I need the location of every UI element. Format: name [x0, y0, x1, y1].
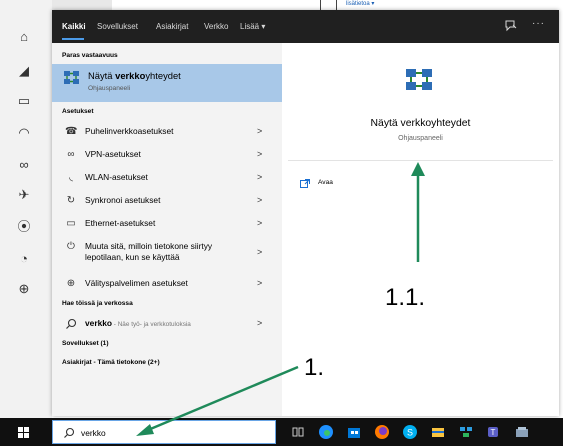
preview-title: Näytä verkkoyhteydet [370, 118, 471, 129]
store-icon[interactable] [346, 424, 362, 440]
chevron-right-icon: > [257, 218, 263, 228]
best-match-header: Paras vastaavuus [62, 52, 118, 59]
search-icon [64, 427, 75, 438]
web-hint: - Näe työ- ja verkkotuloksia [112, 321, 191, 328]
edge-icon[interactable] [318, 424, 334, 440]
chevron-right-icon: > [257, 172, 263, 182]
task-view-icon[interactable] [290, 424, 306, 440]
file-explorer-icon[interactable] [430, 424, 446, 440]
ethernet-nav-icon[interactable]: ▭ [15, 92, 33, 110]
status-icon[interactable]: ◢ [15, 62, 33, 80]
search-tabs-bar: Kaikki Sovellukset Asiakirjat Verkko Lis… [52, 10, 559, 43]
svg-text:T: T [491, 428, 496, 437]
annotation-label-1-1: 1.1. [385, 284, 426, 311]
web-query: verkko [85, 318, 113, 328]
background-window-edge [52, 0, 112, 10]
list-item[interactable]: ∞ VPN-asetukset > [52, 144, 282, 166]
chevron-right-icon: > [257, 149, 263, 159]
preview-subtitle: Ohjauspaneeli [398, 135, 443, 142]
tab-more[interactable]: Lisää ▾ [240, 22, 265, 32]
tab-apps[interactable]: Sovellukset [97, 22, 138, 32]
apps-header[interactable]: Sovellukset (1) [62, 340, 109, 347]
proxy-nav-icon[interactable]: ⊕ [15, 280, 33, 298]
chevron-right-icon: > [257, 195, 263, 205]
best-match-subtitle: Ohjauspaneeli [88, 85, 131, 92]
chevron-right-icon: > [257, 318, 263, 328]
list-item[interactable]: ▭ Ethernet-asetukset > [52, 213, 282, 235]
chevron-right-icon: > [257, 278, 263, 288]
wifi-nav-icon[interactable]: ◠ [15, 124, 33, 142]
web-search-header: Hae töissä ja verkossa [62, 300, 133, 307]
tab-all[interactable]: Kaikki [62, 22, 86, 32]
settings-header: Asetukset [62, 108, 94, 115]
chevron-right-icon: > [257, 247, 263, 257]
best-match-result[interactable]: Näytä verkkoyhteydet Ohjauspaneeli [52, 64, 282, 102]
chevron-right-icon: > [257, 126, 263, 136]
best-match-title: Näytä verkkoyhteydet [88, 70, 181, 81]
taskbar: verkko S T [0, 418, 563, 446]
settings-app-icon[interactable] [514, 424, 530, 440]
list-item[interactable]: ↻ Synkronoi asetukset > [52, 190, 282, 212]
power-icon: ⏻ [67, 241, 75, 252]
settings-sidebar: ⌂ ◢ ▭ ◠ ∞ ✈ ⦿ ◔ ⊕ [0, 0, 52, 418]
documents-header[interactable]: Asiakirjat - Tämä tietokone (2+) [62, 359, 160, 366]
svg-text:S: S [407, 428, 413, 438]
tab-web[interactable]: Verkko [204, 22, 228, 32]
vpn-icon: ∞ [67, 149, 75, 160]
home-icon[interactable]: ⌂ [15, 28, 33, 46]
network-connections-large-icon [406, 69, 432, 90]
search-query-text: verkko [81, 428, 106, 438]
list-item[interactable]: ⏻ Muuta sitä, milloin tietokone siirtyy … [52, 236, 282, 270]
taskbar-search-input[interactable]: verkko [52, 420, 276, 444]
list-item[interactable]: ◟ WLAN-asetukset > [52, 167, 282, 189]
wifi-icon: ◟ [69, 172, 73, 183]
search-icon [65, 318, 77, 330]
windows-icon [18, 427, 29, 438]
list-item[interactable]: ⊕ Välityspalvelimen asetukset > [52, 273, 282, 295]
feedback-icon[interactable] [504, 19, 518, 33]
globe-icon: ⊕ [66, 278, 76, 289]
hotspot-icon[interactable]: ⦿ [15, 218, 33, 236]
data-usage-icon[interactable]: ◔ [15, 250, 33, 268]
sync-icon: ↻ [66, 195, 76, 206]
firefox-icon[interactable] [374, 424, 390, 440]
ethernet-icon: ▭ [66, 218, 76, 229]
preview-header: Näytä verkkoyhteydet Ohjauspaneeli [288, 43, 553, 161]
teams-icon[interactable]: T [486, 424, 502, 440]
vpn-nav-icon[interactable]: ∞ [15, 156, 33, 174]
start-button[interactable] [0, 418, 48, 446]
results-list: Paras vastaavuus Näytä verkkoyhteydet Oh… [52, 43, 282, 416]
list-item[interactable]: ☎ Puhelinverkkoasetukset > [52, 121, 282, 143]
annotation-label-1: 1. [304, 354, 325, 381]
skype-icon[interactable]: S [402, 424, 418, 440]
web-search-result[interactable]: verkko - Näe työ- ja verkkotuloksia > [52, 313, 282, 335]
tab-documents[interactable]: Asiakirjat [156, 22, 188, 32]
dialup-icon: ☎ [65, 126, 78, 137]
background-link[interactable]: lisätietoa ▾ [346, 0, 374, 8]
active-tab-indicator [62, 38, 84, 40]
more-options-icon[interactable]: ··· [532, 18, 545, 29]
open-label: Avaa [318, 179, 333, 186]
network-app-icon[interactable] [458, 424, 474, 440]
airplane-icon[interactable]: ✈ [15, 186, 33, 204]
network-connections-icon [64, 71, 79, 84]
open-icon [300, 179, 310, 188]
